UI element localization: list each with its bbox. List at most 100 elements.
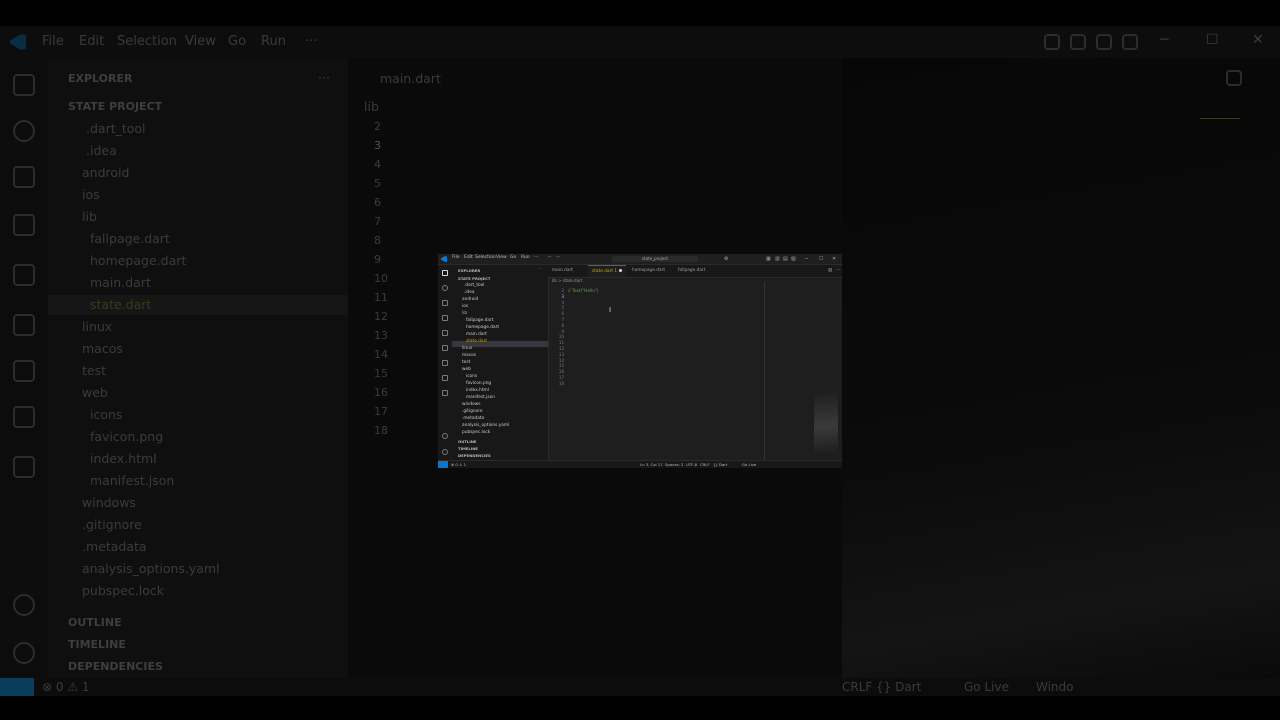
bg-tree-dart-tool: .dart_tool xyxy=(86,121,146,136)
editor-ruler xyxy=(764,282,765,462)
tree-idea[interactable]: .idea xyxy=(464,290,475,295)
tree-test[interactable]: test xyxy=(462,360,470,365)
account-icon[interactable] xyxy=(442,433,448,439)
bg-source-control-icon xyxy=(13,166,35,188)
edit-icon[interactable] xyxy=(442,375,448,381)
nav-back-icon[interactable]: ← xyxy=(548,255,552,260)
bg-tree-main: main.dart xyxy=(90,275,151,290)
dependencies-section[interactable]: DEPENDENCIES xyxy=(458,453,491,458)
maximize-icon[interactable]: ☐ xyxy=(819,256,823,262)
bg-tree-lib: lib xyxy=(82,209,97,224)
breadcrumb[interactable]: lib > state.dart xyxy=(552,278,582,283)
tree-dart-tool[interactable]: .dart_tool xyxy=(464,283,484,288)
menu-selection[interactable]: Selection xyxy=(475,255,496,260)
status-eol[interactable]: CRLF xyxy=(700,462,710,467)
bg-status-bar xyxy=(0,678,1280,696)
tree-metadata[interactable]: .metadata xyxy=(462,416,484,421)
bg-search-icon xyxy=(13,120,35,142)
tree-web[interactable]: web xyxy=(462,367,471,372)
run-debug-icon[interactable] xyxy=(442,315,448,321)
bg-status-windows: Windo xyxy=(1036,680,1074,694)
bg-status-problems: ⊗ 0 ⚠ 1 xyxy=(42,680,90,694)
bg-project-title: STATE PROJECT xyxy=(68,100,163,113)
settings-gear-icon[interactable] xyxy=(442,449,448,455)
bg-dependencies-section: DEPENDENCIES xyxy=(68,660,163,673)
tree-macos[interactable]: macos xyxy=(462,353,476,358)
nav-forward-icon[interactable]: → xyxy=(556,255,560,260)
tree-analysis[interactable]: analysis_options.yaml xyxy=(462,423,509,428)
tab-state-dart[interactable]: state.dart 1 xyxy=(588,265,627,277)
copilot-icon[interactable]: ⚙ xyxy=(724,256,728,262)
status-encoding[interactable]: UTF-8 xyxy=(686,462,697,467)
menu-edit[interactable]: Edit xyxy=(464,255,473,260)
status-go-live[interactable]: Go Live xyxy=(742,462,756,467)
tab-homepage-dart[interactable]: homepage.dart xyxy=(628,265,669,277)
bg-menu-file: File xyxy=(42,34,64,49)
tree-state[interactable]: state.dart xyxy=(466,339,487,344)
tab-main-dart[interactable]: main.dart xyxy=(548,265,577,277)
tree-lib[interactable]: lib xyxy=(462,311,467,316)
code-editor[interactable]: // Text("Hello") xyxy=(568,288,598,294)
bg-settings-gear-icon xyxy=(13,642,35,664)
tree-fallpage[interactable]: fallpage.dart xyxy=(466,318,493,323)
tree-android[interactable]: android xyxy=(462,297,478,302)
project-title[interactable]: STATE PROJECT xyxy=(458,276,491,281)
outline-section[interactable]: OUTLINE xyxy=(458,439,477,444)
bg-live-share-icon xyxy=(13,456,35,478)
status-bar: ⊗ 0 ⚠ 1 Ln 3, Col 17 Spaces: 2 UTF-8 CRL… xyxy=(438,460,842,468)
bg-tree-android: android xyxy=(82,165,130,180)
explorer-more-icon[interactable]: ··· xyxy=(538,267,542,272)
status-language[interactable]: {} Dart xyxy=(713,462,727,467)
command-center-search[interactable]: state_project xyxy=(612,256,698,262)
tree-favicon[interactable]: favicon.png xyxy=(466,381,491,386)
testing-icon[interactable] xyxy=(442,345,448,351)
tree-linux[interactable]: linux xyxy=(462,346,472,351)
source-control-icon[interactable] xyxy=(442,300,448,306)
tree-windows[interactable]: windows xyxy=(462,402,481,407)
line-numbers: 2 3 4 5 6 7 8 9 10 11 12 13 14 15 16 17 … xyxy=(558,288,564,386)
timeline-section[interactable]: TIMELINE xyxy=(458,446,478,451)
status-indentation[interactable]: Spaces: 2 xyxy=(665,462,683,467)
close-icon[interactable]: ✕ xyxy=(832,256,836,262)
tree-icons[interactable]: icons xyxy=(466,374,477,379)
toggle-sidebar-icon[interactable]: ▥ xyxy=(775,256,780,262)
bg-outline-section: OUTLINE xyxy=(68,616,122,629)
bg-explorer-icon xyxy=(13,74,35,96)
bg-status-language: {} Dart xyxy=(876,680,922,694)
bg-tree-idea: .idea xyxy=(86,143,117,158)
minimap[interactable] xyxy=(814,282,838,462)
minimize-icon[interactable]: ─ xyxy=(805,256,808,262)
menu-more[interactable]: ··· xyxy=(534,255,538,260)
toggle-secondary-icon[interactable]: ▧ xyxy=(791,256,796,262)
menu-run[interactable]: Run xyxy=(521,255,530,260)
extensions-icon[interactable] xyxy=(442,330,448,336)
menu-file[interactable]: File xyxy=(452,255,460,260)
bg-menu-edit: Edit xyxy=(79,34,105,49)
tab-fallpage-dart[interactable]: fallpage.dart xyxy=(674,265,709,277)
unsaved-dot-icon xyxy=(619,269,623,272)
tree-gitignore[interactable]: .gitignore xyxy=(462,409,483,414)
search-icon[interactable] xyxy=(442,285,448,291)
code-line-comment[interactable]: // Text("Hello") xyxy=(568,288,598,294)
menu-view[interactable]: View xyxy=(496,255,507,260)
bg-tree-manifest: manifest.json xyxy=(90,473,175,488)
remote-explorer-icon[interactable] xyxy=(442,360,448,366)
bg-status-eol: CRLF xyxy=(842,680,873,694)
tree-index[interactable]: index.html xyxy=(466,388,489,393)
explorer-icon[interactable] xyxy=(442,270,448,276)
toggle-panel-icon[interactable]: ▤ xyxy=(783,256,788,262)
tree-main[interactable]: main.dart xyxy=(466,332,487,337)
editor-more-icon[interactable]: ··· xyxy=(832,265,842,277)
live-share-icon[interactable] xyxy=(442,390,448,396)
bg-testing-icon xyxy=(13,314,35,336)
bg-right-editor-region xyxy=(842,58,1280,678)
layout-icon[interactable]: ▦ xyxy=(766,256,771,262)
status-problems[interactable]: ⊗ 0 ⚠ 1 xyxy=(451,462,466,467)
tree-ios[interactable]: ios xyxy=(462,304,468,309)
tree-pubspec[interactable]: pubspec.lock xyxy=(462,430,490,435)
tree-manifest[interactable]: manifest.json xyxy=(466,395,495,400)
status-cursor-position[interactable]: Ln 3, Col 17 xyxy=(640,462,663,467)
remote-indicator-icon[interactable] xyxy=(438,461,448,468)
menu-go[interactable]: Go xyxy=(510,255,516,260)
tree-homepage[interactable]: homepage.dart xyxy=(466,325,499,330)
